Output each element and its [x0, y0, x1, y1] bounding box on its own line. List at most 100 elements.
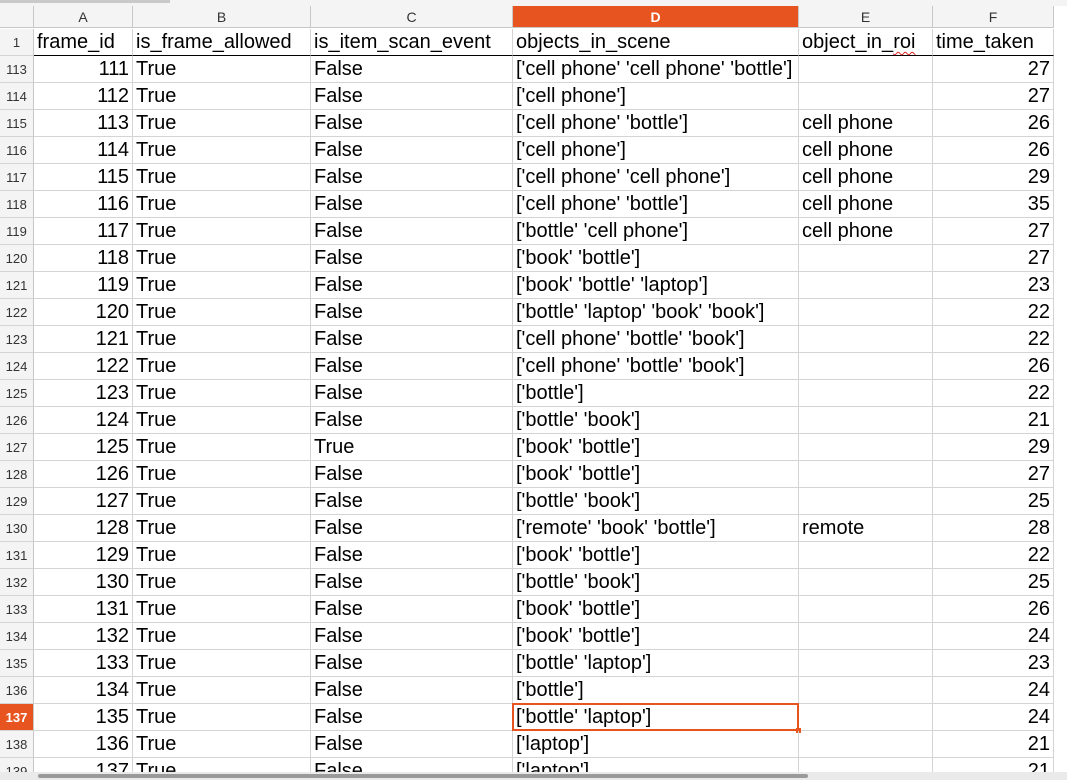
cell-e[interactable]: [799, 83, 933, 110]
cell-d[interactable]: ['cell phone' 'bottle']: [513, 191, 799, 218]
cell-b[interactable]: True: [133, 83, 311, 110]
cell-e[interactable]: [799, 569, 933, 596]
cell-c[interactable]: False: [311, 218, 513, 245]
cell-e[interactable]: [799, 56, 933, 83]
cell-e[interactable]: [799, 650, 933, 677]
cell-f[interactable]: 24: [933, 704, 1054, 731]
cell-d[interactable]: ['cell phone' 'cell phone']: [513, 164, 799, 191]
cell-d[interactable]: ['cell phone' 'bottle' 'book']: [513, 353, 799, 380]
row-number[interactable]: 114: [0, 83, 34, 110]
cell-d[interactable]: ['cell phone' 'bottle']: [513, 110, 799, 137]
cell-c[interactable]: False: [311, 677, 513, 704]
cell-d[interactable]: ['book' 'bottle']: [513, 623, 799, 650]
cell-d[interactable]: ['cell phone' 'bottle' 'book']: [513, 326, 799, 353]
cell-a[interactable]: 124: [34, 407, 133, 434]
cell-a[interactable]: 130: [34, 569, 133, 596]
cell-e[interactable]: remote: [799, 515, 933, 542]
cell-d[interactable]: ['bottle' 'book']: [513, 569, 799, 596]
cell-c[interactable]: False: [311, 596, 513, 623]
cell-a[interactable]: 111: [34, 56, 133, 83]
cell-b[interactable]: True: [133, 110, 311, 137]
row-number[interactable]: 131: [0, 542, 34, 569]
cell-b[interactable]: True: [133, 677, 311, 704]
cell-c[interactable]: False: [311, 164, 513, 191]
row-number[interactable]: 119: [0, 218, 34, 245]
cell-d[interactable]: ['bottle']: [513, 677, 799, 704]
cell-f[interactable]: 27: [933, 245, 1054, 272]
header-cell-is-item-scan-event[interactable]: is_item_scan_event: [311, 29, 513, 56]
cell-b[interactable]: True: [133, 461, 311, 488]
row-number[interactable]: 117: [0, 164, 34, 191]
header-cell-frame-id[interactable]: frame_id: [34, 29, 133, 56]
cell-c[interactable]: False: [311, 380, 513, 407]
cell-b[interactable]: True: [133, 326, 311, 353]
row-number[interactable]: 125: [0, 380, 34, 407]
cell-f[interactable]: 27: [933, 218, 1054, 245]
cell-a[interactable]: 136: [34, 731, 133, 758]
cell-c[interactable]: False: [311, 353, 513, 380]
cell-d[interactable]: ['book' 'bottle']: [513, 596, 799, 623]
column-header-a[interactable]: A: [34, 6, 133, 28]
cell-b[interactable]: True: [133, 380, 311, 407]
cell-f[interactable]: 22: [933, 326, 1054, 353]
header-cell-is-frame-allowed[interactable]: is_frame_allowed: [133, 29, 311, 56]
cell-a[interactable]: 120: [34, 299, 133, 326]
cell-a[interactable]: 119: [34, 272, 133, 299]
cell-e[interactable]: [799, 353, 933, 380]
cell-f[interactable]: 21: [933, 731, 1054, 758]
row-number[interactable]: 132: [0, 569, 34, 596]
cell-c[interactable]: False: [311, 326, 513, 353]
cell-d[interactable]: ['cell phone' 'cell phone' 'bottle']: [513, 56, 799, 83]
cell-e[interactable]: cell phone: [799, 191, 933, 218]
cell-a[interactable]: 131: [34, 596, 133, 623]
cell-f[interactable]: 22: [933, 380, 1054, 407]
cell-a[interactable]: 112: [34, 83, 133, 110]
cell-b[interactable]: True: [133, 353, 311, 380]
cell-b[interactable]: True: [133, 272, 311, 299]
cell-e[interactable]: [799, 380, 933, 407]
cell-b[interactable]: True: [133, 731, 311, 758]
cell-e[interactable]: [799, 542, 933, 569]
cell-d[interactable]: ['book' 'bottle']: [513, 245, 799, 272]
cell-e[interactable]: [799, 488, 933, 515]
cell-d[interactable]: ['cell phone']: [513, 137, 799, 164]
cell-c[interactable]: False: [311, 83, 513, 110]
cell-b[interactable]: True: [133, 56, 311, 83]
cell-c[interactable]: False: [311, 704, 513, 731]
cell-d[interactable]: ['bottle' 'book']: [513, 407, 799, 434]
row-number[interactable]: 1: [0, 29, 34, 56]
cell-c[interactable]: False: [311, 569, 513, 596]
row-number[interactable]: 126: [0, 407, 34, 434]
cell-b[interactable]: True: [133, 704, 311, 731]
cell-e[interactable]: [799, 407, 933, 434]
spreadsheet-grid[interactable]: ABCDEF 1 frame_id is_frame_allowed is_item_…: [0, 0, 1067, 780]
cell-f[interactable]: 21: [933, 407, 1054, 434]
row-number[interactable]: 127: [0, 434, 34, 461]
cell-d[interactable]: ['book' 'bottle' 'laptop']: [513, 272, 799, 299]
cell-f[interactable]: 22: [933, 542, 1054, 569]
row-number[interactable]: 130: [0, 515, 34, 542]
cell-d[interactable]: ['book' 'bottle']: [513, 461, 799, 488]
cell-f[interactable]: 25: [933, 569, 1054, 596]
row-number[interactable]: 135: [0, 650, 34, 677]
cell-e[interactable]: [799, 272, 933, 299]
cell-f[interactable]: 23: [933, 650, 1054, 677]
cell-b[interactable]: True: [133, 191, 311, 218]
cell-b[interactable]: True: [133, 218, 311, 245]
row-number[interactable]: 113: [0, 56, 34, 83]
cell-a[interactable]: 128: [34, 515, 133, 542]
cell-a[interactable]: 125: [34, 434, 133, 461]
cell-a[interactable]: 117: [34, 218, 133, 245]
cell-a[interactable]: 134: [34, 677, 133, 704]
cell-b[interactable]: True: [133, 299, 311, 326]
cell-e[interactable]: cell phone: [799, 218, 933, 245]
cell-b[interactable]: True: [133, 650, 311, 677]
cell-a[interactable]: 127: [34, 488, 133, 515]
row-number[interactable]: 138: [0, 731, 34, 758]
header-cell-time-taken[interactable]: time_taken: [933, 29, 1054, 56]
cell-f[interactable]: 35: [933, 191, 1054, 218]
cell-c[interactable]: False: [311, 110, 513, 137]
column-header-e[interactable]: E: [799, 6, 933, 28]
header-cell-objects-in-scene[interactable]: objects_in_scene: [513, 29, 799, 56]
cell-a[interactable]: 114: [34, 137, 133, 164]
